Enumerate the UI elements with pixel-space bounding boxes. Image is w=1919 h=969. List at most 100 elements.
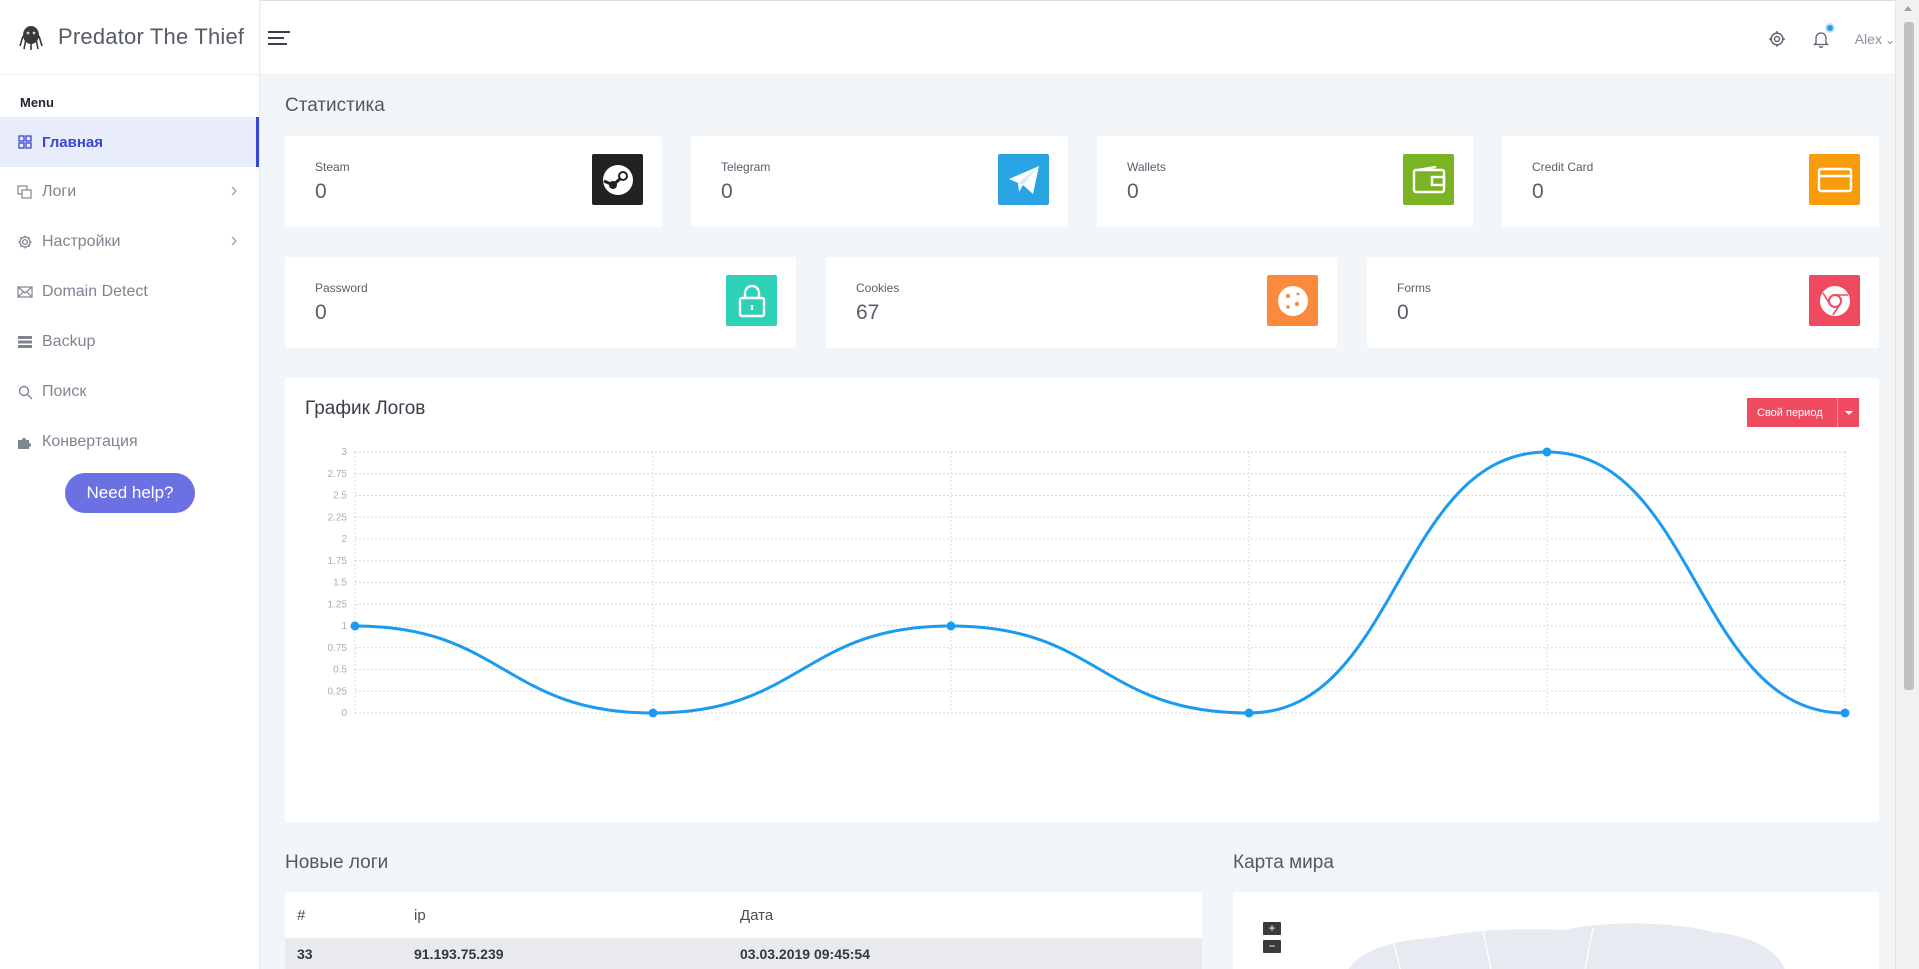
stat-value: 0 [1127,180,1139,203]
stat-label: Telegram [721,160,771,174]
stat-card-wallets: Wallets 0 [1097,136,1473,227]
sidebar-item-label: Поиск [42,383,87,400]
menu-title: Menu [20,95,54,110]
y-tick-label: 2.25 [328,512,348,523]
stat-value: 0 [315,180,327,203]
lock-icon [726,275,777,326]
sidebar-item-label: Логи [42,183,77,200]
sidebar-item-backup[interactable]: Backup [0,317,259,367]
stat-card-forms: Forms 0 [1367,257,1879,348]
topbar: Alex [261,0,1895,75]
data-point [1840,708,1850,718]
brand[interactable]: Predator The Thief [0,0,259,75]
y-tick-label: 2.5 [333,491,347,502]
y-tick-label: 0.75 [328,643,348,654]
stat-label: Forms [1397,281,1431,295]
stat-label: Wallets [1127,160,1166,174]
world-map-shape [1348,923,1785,969]
sidebar-item-label: Настройки [42,233,121,250]
stat-value: 0 [315,301,327,324]
sidebar-item-logs[interactable]: Логи [0,167,259,217]
steam-icon [592,154,643,205]
y-tick-label: 1.5 [333,578,347,589]
mail-icon [16,283,34,301]
data-point [350,621,360,631]
stat-value: 0 [1532,180,1544,203]
wallet-icon [1403,154,1454,205]
data-point [1542,447,1552,457]
data-point [648,708,658,718]
world-map[interactable]: + − [1233,892,1879,969]
stat-card-credit-card: Credit Card 0 [1502,136,1879,227]
chevron-right-icon [231,236,237,246]
y-tick-label: 0 [341,708,347,719]
chrome-icon [1809,275,1860,326]
grid-icon [16,133,34,151]
stat-label: Cookies [856,281,900,295]
logs-chart-card: График Логов Свой период 0 0.25 0.5 0.75 1 1.… [285,378,1879,822]
stat-label: Credit Card [1532,160,1594,174]
sidebar-item-settings[interactable]: Настройки [0,217,259,267]
settings-gear-icon[interactable] [1763,25,1791,53]
y-tick-label: 0.25 [328,686,348,697]
sidebar-item-label: Главная [42,133,104,151]
predator-logo-icon [19,26,43,50]
sidebar-item-label: Backup [42,333,96,350]
stat-card-steam: Steam 0 [285,136,662,227]
notification-bell-icon[interactable] [1807,23,1835,53]
map-zoom-in-button[interactable]: + [1263,922,1281,935]
y-tick-label: 0.5 [333,665,347,676]
column-header-num: # [297,906,306,924]
column-header-date: Дата [740,906,774,924]
y-tick-label: 3 [341,447,347,458]
cookie-icon [1267,275,1318,326]
map-zoom-out-button[interactable]: − [1263,940,1281,953]
menu-toggle-icon[interactable] [268,31,290,47]
stat-value: 0 [1397,301,1409,324]
notification-dot [1824,23,1835,33]
search-icon [16,383,34,401]
new-logs-table: # ip Дата 33 91.193.75.239 03.03.2019 09… [285,892,1202,969]
table-row[interactable]: 33 91.193.75.239 03.03.2019 09:45:54 [285,938,1202,969]
stats-title: Статистика [285,95,385,116]
y-tick-label: 2 [341,534,347,545]
gear-icon [16,233,34,251]
cell-date: 03.03.2019 09:45:54 [740,945,870,962]
sidebar-item-label: Domain Detect [42,283,148,300]
sidebar-item-home[interactable]: Главная [0,117,259,167]
user-menu[interactable]: Alex [1855,31,1895,47]
cell-num: 33 [297,945,313,962]
copy-icon [16,183,34,201]
scrollbar-thumb[interactable] [1904,22,1914,690]
new-logs-title: Новые логи [285,852,389,873]
telegram-icon [998,154,1049,205]
data-point [946,621,956,631]
sidebar-item-domain-detect[interactable]: Domain Detect [0,267,259,317]
chevron-right-icon [231,186,237,196]
world-map-title: Карта мира [1233,852,1334,873]
sidebar-menu: Главная Логи Настройки Domain Detect Bac… [0,117,259,467]
server-icon [16,333,34,351]
logs-line-chart: 0 0.25 0.5 0.75 1 1.25 1.5 1.75 2 2.25 2.5 2.75 3 [328,447,1850,719]
y-tick-label: 1 [341,621,347,632]
sidebar-item-convert[interactable]: Конвертация [0,417,259,467]
column-header-ip: ip [414,906,426,924]
stat-value: 0 [721,180,733,203]
sidebar: Predator The Thief Menu Главная Логи Нас… [0,0,260,969]
stat-card-password: Password 0 [285,257,796,348]
puzzle-icon [16,433,34,451]
need-help-button[interactable]: Need help? [65,473,195,513]
scroll-up-arrow-icon[interactable] [1904,6,1912,11]
stat-card-cookies: Cookies 67 [826,257,1337,348]
y-tick-label: 1.25 [328,599,348,610]
topbar-actions: Alex [1747,23,1895,53]
data-point [1244,708,1254,718]
sidebar-item-label: Конвертация [42,433,138,450]
y-tick-label: 1.75 [328,556,348,567]
table-header: # ip Дата [285,892,1202,938]
sidebar-item-search[interactable]: Поиск [0,367,259,417]
stat-label: Password [315,281,368,295]
app-title: Predator The Thief [58,24,245,49]
page-scrollbar[interactable] [1895,0,1919,969]
stat-value: 67 [856,301,880,324]
